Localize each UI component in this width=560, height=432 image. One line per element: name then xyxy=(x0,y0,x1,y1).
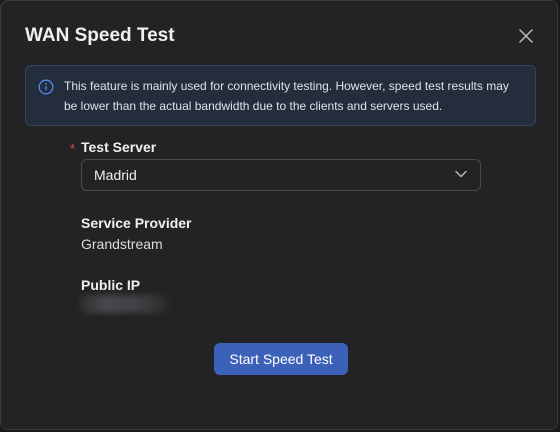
info-notice: This feature is mainly used for connecti… xyxy=(25,65,536,126)
service-provider-label: Service Provider xyxy=(81,215,192,231)
info-icon xyxy=(38,79,54,95)
test-server-value: Madrid xyxy=(94,167,137,183)
required-mark: * xyxy=(70,141,76,156)
public-ip-value-redacted xyxy=(79,295,169,313)
test-server-label: Test Server xyxy=(81,139,157,155)
notice-text: This feature is mainly used for connecti… xyxy=(64,79,509,113)
chevron-down-icon xyxy=(454,167,468,184)
public-ip-label: Public IP xyxy=(81,277,141,293)
wan-speed-test-dialog: WAN Speed Test This feature is mainly us… xyxy=(0,0,558,430)
start-speed-test-button[interactable]: Start Speed Test xyxy=(214,343,348,375)
close-icon[interactable] xyxy=(517,27,535,45)
dialog-title: WAN Speed Test xyxy=(25,25,175,46)
service-provider-value: Grandstream xyxy=(81,236,163,252)
test-server-select[interactable]: Madrid xyxy=(81,159,481,191)
